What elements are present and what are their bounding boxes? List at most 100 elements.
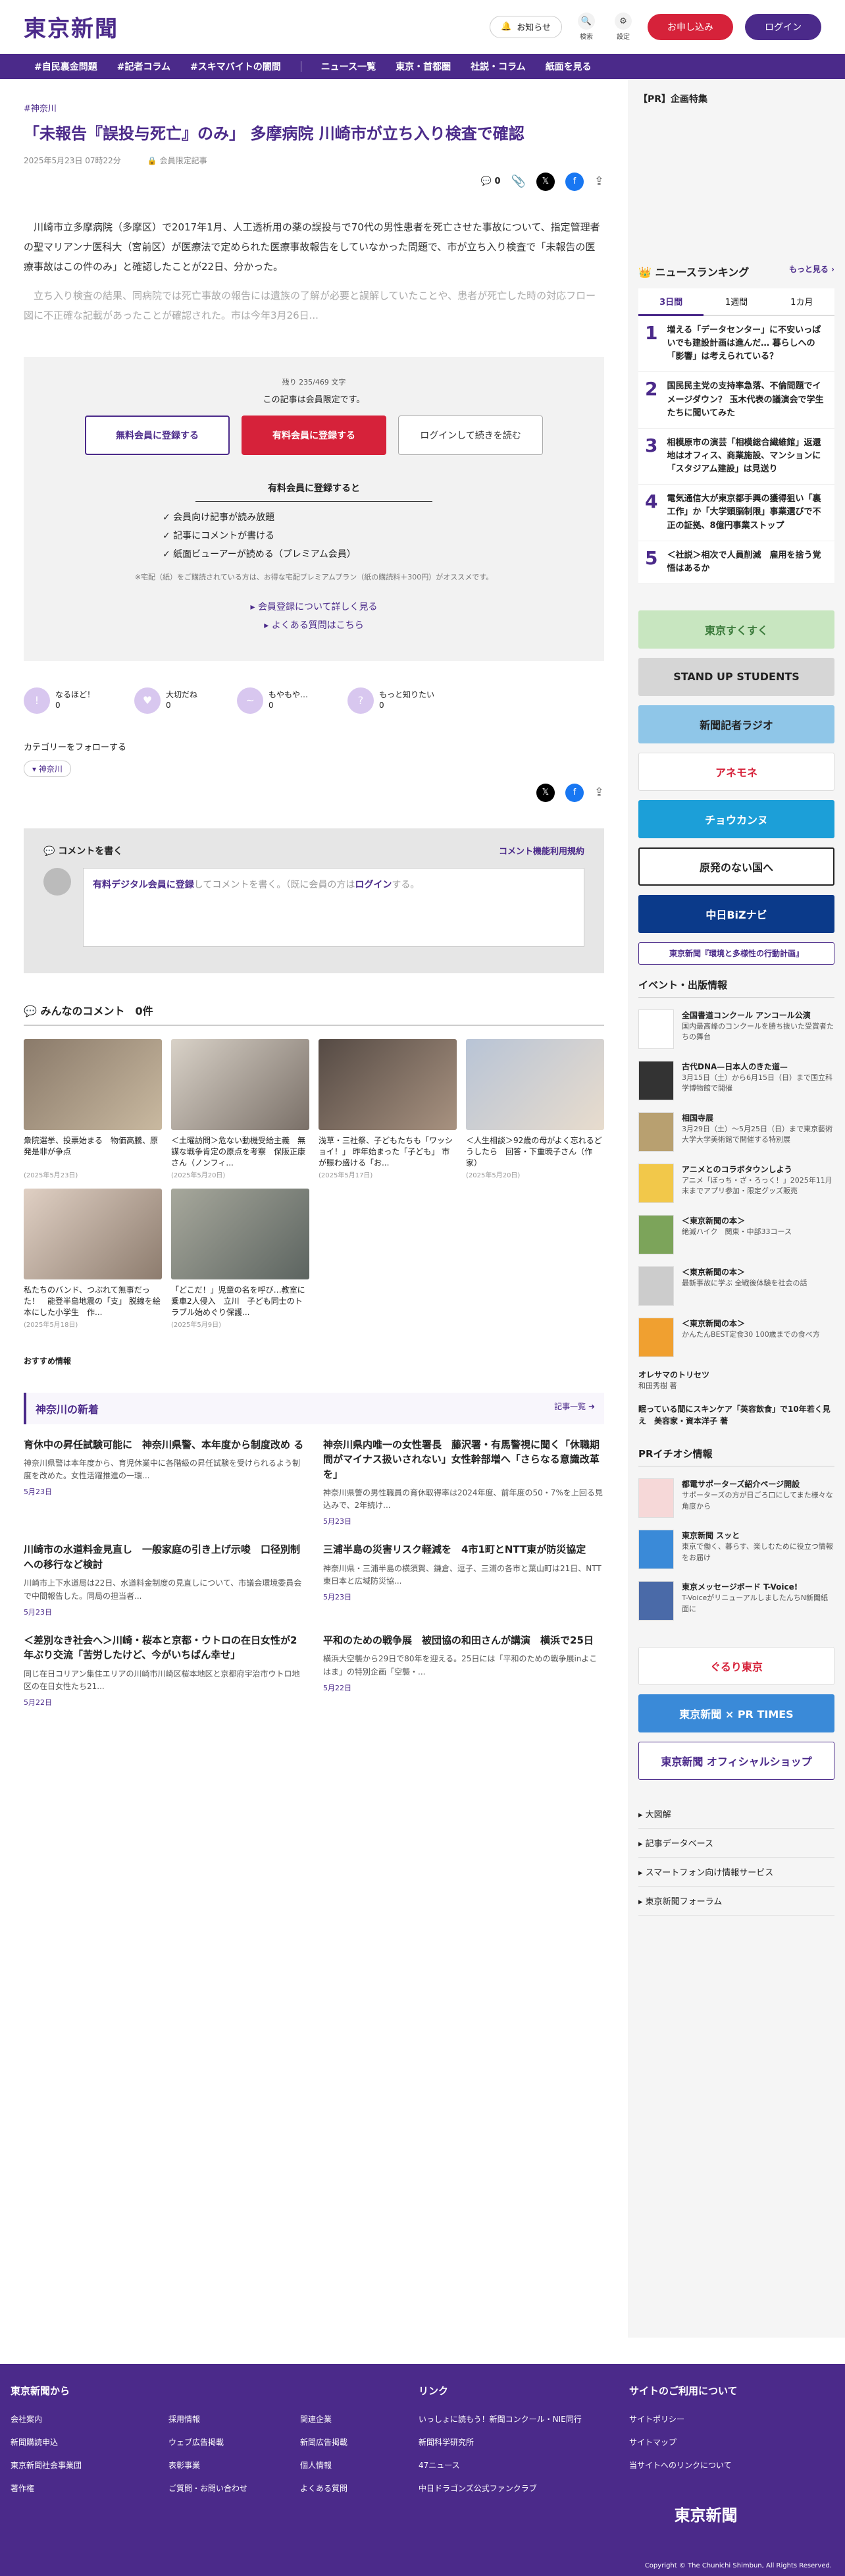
reaction-button[interactable]: ? もっと知りたい 0: [347, 687, 434, 714]
facebook-share-icon[interactable]: f: [565, 783, 584, 802]
pr-item[interactable]: 都電サポーターズ紹介ページ開設 サポーターズの方が日ごろ口にしてまた様々な角度から: [638, 1478, 834, 1518]
footer-link[interactable]: 47ニュース: [419, 2459, 582, 2471]
login-button[interactable]: ログイン: [745, 13, 821, 40]
banner-biz[interactable]: 中日BiZナビ: [638, 894, 834, 933]
faq-link[interactable]: ▸ よくある質問はこちら: [50, 616, 578, 635]
share-icon[interactable]: ⇪: [594, 786, 604, 799]
pr-item[interactable]: 東京新聞 スッと 東京で働く、暮らす、楽しむために役立つ情報をお届け: [638, 1530, 834, 1570]
banner-gururi[interactable]: ぐるり東京: [638, 1647, 834, 1686]
share-icon[interactable]: ⇪: [594, 174, 604, 188]
ranking-item[interactable]: 3 相模原市の演芸「相模総合繊維館」返還地はオフィス、商業施設、マンションに「スタ…: [638, 428, 834, 485]
footer-link[interactable]: 新聞広告掲載: [300, 2436, 405, 2448]
footer-link[interactable]: 新聞科学研究所: [419, 2436, 582, 2448]
tab-3days[interactable]: 3日間: [638, 288, 704, 316]
footer-link[interactable]: 採用情報: [168, 2413, 274, 2425]
ranking-more-link[interactable]: もっと見る ›: [789, 263, 834, 279]
ranking-item[interactable]: 1 増える「データセンター」に不安いっぱいでも建設計画は進んだ… 暮らしへの「影響…: [638, 316, 834, 373]
tab-1week[interactable]: 1週間: [704, 288, 769, 316]
reaction-button[interactable]: ♥ 大切だね 0: [134, 687, 197, 714]
footer-link[interactable]: サイトポリシー: [629, 2413, 732, 2425]
banner-action-plan[interactable]: 東京新聞『環境と多様性の行動計画』: [638, 942, 834, 965]
news-item[interactable]: 育休中の昇任試験可能に 神奈川県警、本年度から制度改め る神奈川県警は本年度から…: [24, 1437, 305, 1527]
tab-1month[interactable]: 1カ月: [769, 288, 834, 316]
banner-students[interactable]: STAND UP STUDENTS: [638, 657, 834, 696]
login-continue-button[interactable]: ログインして続きを読む: [398, 415, 543, 455]
x-share-icon[interactable]: 𝕏: [536, 783, 555, 802]
banner-prtimes[interactable]: 東京新聞 × PR TIMES: [638, 1694, 834, 1733]
ranking-item[interactable]: 2 国民民主党の支持率急落、不倫問題でイメージダウン？ 玉木代表の議演会で学生たち…: [638, 372, 834, 429]
notice-button[interactable]: 🔔 お知らせ: [490, 15, 562, 38]
banner-shop[interactable]: 東京新聞 オフィシャルショップ: [638, 1742, 834, 1781]
footer-link[interactable]: ウェブ広告掲載: [168, 2436, 274, 2448]
paid-register-button[interactable]: 有料会員に登録する: [242, 415, 386, 455]
apply-button[interactable]: お申し込み: [648, 13, 733, 40]
nav-item[interactable]: ニュース一覧: [321, 60, 376, 73]
reaction-button[interactable]: ~ もやもや… 0: [237, 687, 308, 714]
footer-link[interactable]: 表彰事業: [168, 2459, 274, 2471]
free-register-button[interactable]: 無料会員に登録する: [85, 415, 230, 455]
comment-login-link[interactable]: ログイン: [355, 880, 392, 890]
nav-item[interactable]: #自民裏金問題: [34, 60, 97, 73]
footer-link[interactable]: 著作権: [11, 2482, 142, 2494]
comment-rules-link[interactable]: コメント機能利用規約: [499, 844, 584, 857]
footer-link[interactable]: 当サイトへのリンクについて: [629, 2459, 732, 2471]
footer-link[interactable]: いっしょに読もう！新聞コンクール・NIE同行: [419, 2413, 582, 2425]
event-item[interactable]: 相国寺展 3月29日（土）〜5月25日（日）まで東京藝術大学大学美術館で開催する特…: [638, 1112, 834, 1152]
event-item[interactable]: 全国書道コンクール アンコール公演 国内最高峰のコンクールを勝ち抜いた受賞者たちの…: [638, 1009, 834, 1049]
side-link[interactable]: ▸ 記事データベース: [638, 1829, 834, 1858]
news-item[interactable]: 神奈川県内唯一の女性署長 藤沢署・有馬警視に聞く「休職期間がマイナス扱いされない…: [323, 1437, 604, 1527]
comment-input[interactable]: 有料デジタル会員に登録してコメントを書く。（既に会員の方はログインする。: [83, 867, 584, 947]
site-logo[interactable]: 東京新聞: [24, 11, 118, 43]
clip-icon[interactable]: 📎: [511, 174, 525, 188]
footer-link[interactable]: よくある質問: [300, 2482, 405, 2494]
related-card[interactable]: 「どこだ！」児童の名を呼び…教室に乗車2人侵入 立川 子ども同士のトラブル始めぐ…: [171, 1188, 309, 1329]
pr-item[interactable]: 東京メッセージボード T-Voice! T-VoiceがリニューアルしましたんちN…: [638, 1581, 834, 1621]
related-card[interactable]: 浅草・三社祭、子どもたちも「ワッショイ！」 昨年始まった「子ども」 市が賑わ盛け…: [319, 1038, 457, 1179]
side-link[interactable]: ▸ 大図解: [638, 1800, 834, 1829]
event-item[interactable]: オレサマのトリセツ 和田秀樹 著: [638, 1369, 834, 1392]
footer-link[interactable]: 東京新聞社会事業団: [11, 2459, 142, 2471]
x-share-icon[interactable]: 𝕏: [536, 172, 555, 191]
register-link[interactable]: 有料デジタル会員に登録: [93, 880, 194, 890]
event-item[interactable]: 古代DNA—日本人のきた道— 3月15日（土）から6月15日（日）まで国立科学博物…: [638, 1060, 834, 1100]
ranking-item[interactable]: 4 電気通信大が東京都手興の獲得狙い「裏工作」か「大学頭脳制限」事業選びで不正の証…: [638, 485, 834, 541]
footer-link[interactable]: 中日ドラゴンズ公式ファンクラブ: [419, 2482, 582, 2494]
side-link[interactable]: ▸ スマートフォン向け情報サービス: [638, 1858, 834, 1887]
event-item[interactable]: ＜東京新聞の本＞ かんたんBEST定食30 100歳までの食べ方: [638, 1317, 834, 1357]
footer-link[interactable]: サイトマップ: [629, 2436, 732, 2448]
banner-chokanu[interactable]: チョウカンヌ: [638, 799, 834, 838]
news-item[interactable]: 川崎市の水道料金見直し 一般家庭の引き上げ示唆 口径別制への移行など検討 川崎市上…: [24, 1542, 305, 1617]
nav-item[interactable]: 社説・コラム: [471, 60, 526, 73]
news-item[interactable]: 三浦半島の災害リスク軽減を 4市1町とNTT東が防災協定 神奈川県・三浦半島の横須…: [323, 1542, 604, 1617]
nav-item[interactable]: 東京・首都圏: [396, 60, 451, 73]
banner-nuclear[interactable]: 原発のない国へ: [638, 847, 834, 886]
search-button[interactable]: 🔍 検索: [574, 13, 599, 41]
membership-info-link[interactable]: ▸ 会員登録について詳しく見る: [50, 598, 578, 616]
footer-link[interactable]: 個人情報: [300, 2459, 405, 2471]
banner-sukusuku[interactable]: 東京すくすく: [638, 610, 834, 649]
event-item[interactable]: 眠っている間にスキンケア「英容飲食」で10年若く見え 美容家・資本洋子 著: [638, 1403, 834, 1427]
related-card[interactable]: ＜土曜訪問＞危ない動機受給主義 無謀な戦争肯定の原点を考察 保阪正康さん（ノンフ…: [171, 1038, 309, 1179]
comment-count[interactable]: 💬 0: [481, 176, 501, 186]
news-item[interactable]: ＜差別なき社会へ＞川崎・桜本と京都・ウトロの在日女性が2年ぶり交流「苦労したけど…: [24, 1633, 305, 1707]
nav-item[interactable]: #記者コラム: [117, 60, 170, 73]
nav-item[interactable]: 紙面を見る: [546, 60, 592, 73]
related-card[interactable]: 私たちのバンド、つぶれて無事だった！ 能登半島地震の「支」 脱線を絵本にした小学…: [24, 1188, 162, 1329]
facebook-share-icon[interactable]: f: [565, 172, 584, 191]
reaction-button[interactable]: ! なるほど！ 0: [24, 687, 95, 714]
footer-link[interactable]: 関連企業: [300, 2413, 405, 2425]
related-card[interactable]: 衆院選挙、投票始まる 物価高騰、原発是非が争点 (2025年5月23日): [24, 1038, 162, 1179]
follow-tag-kanagawa[interactable]: ▾ 神奈川: [24, 760, 71, 777]
news-item[interactable]: 平和のための戦争展 被団協の和田さんが講演 横浜で25日 横浜大空襲から29日で8…: [323, 1633, 604, 1707]
related-card[interactable]: ＜人生相談＞92歳の母がよく忘れるどうしたら 回答・下重暁子さん（作家） (202…: [466, 1038, 604, 1179]
local-news-more-link[interactable]: 記事一覧 ➜: [554, 1401, 595, 1416]
footer-link[interactable]: 新聞購読申込: [11, 2436, 142, 2448]
nav-item[interactable]: #スキマバイトの闇間: [190, 60, 281, 73]
event-item[interactable]: ＜東京新聞の本＞ 最新事故に学ぶ 全戦後体験を社会の話: [638, 1266, 834, 1306]
event-item[interactable]: ＜東京新聞の本＞ 絶滅ハイク 関東・中部33コース: [638, 1214, 834, 1254]
category-link[interactable]: #神奈川: [24, 104, 57, 114]
event-item[interactable]: アニメとのコラボタウンしよう アニメ「ぼっち・ざ・ろっく！」2025年11月末まで…: [638, 1163, 834, 1203]
banner-anemone[interactable]: アネモネ: [638, 752, 834, 791]
footer-link[interactable]: 会社案内: [11, 2413, 142, 2425]
side-link[interactable]: ▸ 東京新聞フォーラム: [638, 1887, 834, 1916]
